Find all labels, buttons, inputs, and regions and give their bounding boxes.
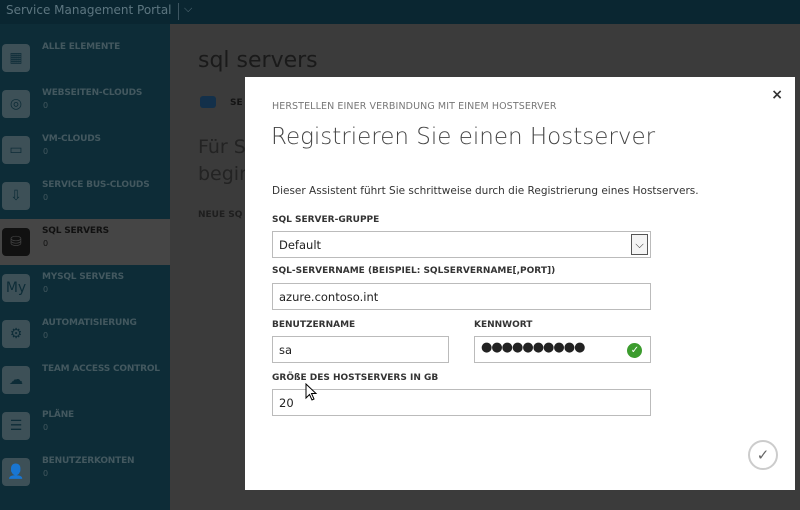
group-value: Default [279,238,322,252]
size-input[interactable]: 20 [272,389,651,416]
sidebar-item-count: 0 [43,469,49,478]
sidebar-item-service-bus-clouds[interactable]: ⇩ SERVICE BUS-CLOUDS 0 [0,173,170,219]
sidebar-item-label: VM-CLOUDS [42,134,101,144]
chevron-down-icon[interactable]: ⌵ [631,234,648,255]
servername-label: SQL-SERVERNAME (BEISPIEL: SQLSERVERNAME[… [272,266,556,276]
sidebar-item-sql-servers[interactable]: ⛁ SQL SERVERS 0 [0,219,170,265]
list-icon: ☰ [2,412,30,440]
database-icon: ⛁ [2,228,30,256]
username-label: BENUTZERNAME [272,320,356,330]
mysql-database-icon: My [2,274,30,302]
valid-check-icon: ✓ [627,343,642,358]
sidebar-item-alle-elemente[interactable]: ▦ ALLE ELEMENTE [0,35,170,81]
sidebar-item-team-access-control[interactable]: ☁ TEAM ACCESS CONTROL [0,357,170,403]
dialog-title: Registrieren Sie einen Hostserver [271,124,656,150]
password-input[interactable]: ●●●●●●●●●● ✓ [474,336,651,363]
chevron-down-icon[interactable]: ⌵ [184,2,192,16]
sidebar-item-pläne[interactable]: ☰ PLÄNE 0 [0,403,170,449]
sidebar-item-label: MYSQL SERVERS [42,272,124,282]
complete-button[interactable]: ✓ [748,440,778,470]
sidebar-item-count: 0 [43,147,49,156]
divider [178,3,179,20]
gear-icon: ⚙ [2,320,30,348]
sidebar-item-label: BENUTZERKONTEN [42,456,135,466]
user-icon: 👤 [2,458,30,486]
mouse-cursor-icon [305,383,318,401]
service-bus-icon: ⇩ [2,182,30,210]
website-cloud-icon: ◎ [2,90,30,118]
sidebar-item-label: SQL SERVERS [42,226,109,236]
intro-line-2: begin [198,163,252,185]
sidebar-item-count: 0 [43,285,49,294]
sidebar-item-benutzerkonten[interactable]: 👤 BENUTZERKONTEN 0 [0,449,170,495]
sidebar-item-count: 0 [43,101,49,110]
password-mask: ●●●●●●●●●● [481,340,585,355]
sidebar-item-label: TEAM ACCESS CONTROL [42,364,160,374]
servers-icon [200,96,216,108]
sidebar: ▦ ALLE ELEMENTE ◎ WEBSEITEN-CLOUDS 0 ▭ VM-CLOU… [0,24,170,510]
sidebar-item-count: 0 [43,193,49,202]
sidebar-item-count: 0 [43,331,49,340]
close-icon[interactable]: × [771,87,783,103]
password-label: KENNWORT [474,320,533,330]
page-title: sql servers [198,48,318,73]
sidebar-item-count: 0 [43,239,49,248]
sidebar-item-count: 0 [43,423,49,432]
sidebar-item-label: ALLE ELEMENTE [42,42,121,52]
size-label: GRÖßE DES HOSTSERVERS IN GB [272,373,439,383]
sidebar-item-vm-clouds[interactable]: ▭ VM-CLOUDS 0 [0,127,170,173]
sidebar-item-webseiten-clouds[interactable]: ◎ WEBSEITEN-CLOUDS 0 [0,81,170,127]
top-bar: Service Management Portal ⌵ [0,0,800,24]
sidebar-item-mysql-servers[interactable]: My MYSQL SERVERS 0 [0,265,170,311]
dialog-description: Dieser Assistent führt Sie schrittweise … [272,185,699,197]
intro-text: Für S begin [198,134,251,188]
monitor-icon: ▭ [2,136,30,164]
sidebar-item-label: SERVICE BUS-CLOUDS [42,180,150,190]
username-input[interactable]: sa [272,336,449,363]
intro-line-1: Für S [198,136,246,158]
sidebar-item-label: PLÄNE [42,410,74,420]
group-select[interactable]: Default ⌵ [272,231,651,258]
new-sql-link[interactable]: NEUE SQ [198,210,242,220]
tab-servers[interactable]: SE [230,98,243,108]
portal-title: Service Management Portal [6,3,172,17]
group-label: SQL SERVER-GRUPPE [272,215,380,225]
cloud-folder-icon: ☁ [2,366,30,394]
dialog-subtitle: HERSTELLEN EINER VERBINDUNG MIT EINEM HO… [272,101,557,112]
sidebar-item-label: AUTOMATISIERUNG [42,318,137,328]
register-host-dialog: × HERSTELLEN EINER VERBINDUNG MIT EINEM … [245,77,795,490]
sidebar-item-automatisierung[interactable]: ⚙ AUTOMATISIERUNG 0 [0,311,170,357]
servername-input[interactable]: azure.contoso.int [272,283,651,310]
grid-icon: ▦ [2,44,30,72]
sidebar-item-label: WEBSEITEN-CLOUDS [42,88,143,98]
